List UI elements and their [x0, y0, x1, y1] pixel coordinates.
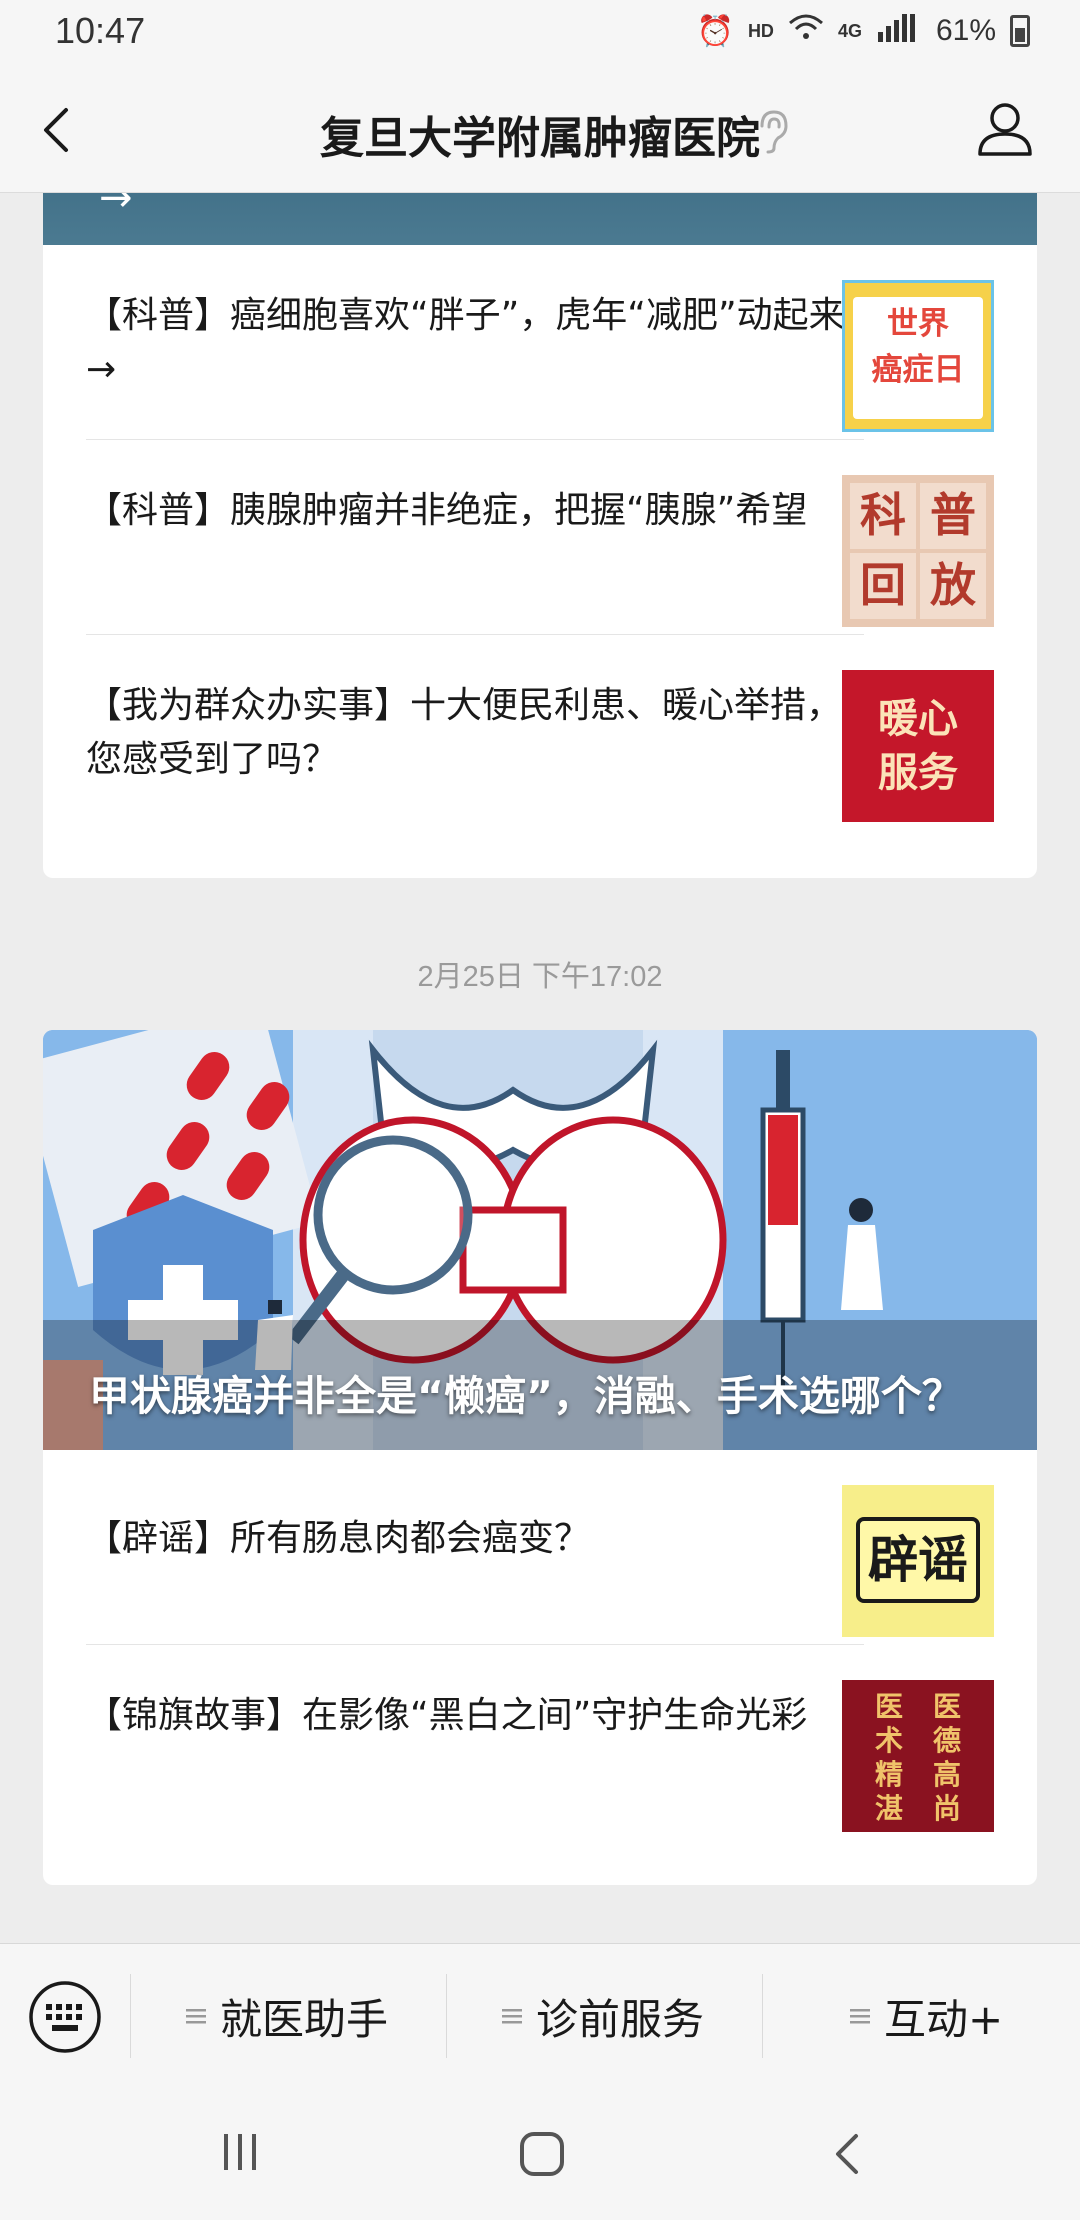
menu-item-interaction[interactable]: 互动+ [850, 1984, 1003, 2048]
status-icons: ⏰ HD 4G 61% [697, 12, 1030, 50]
article-thumbnail: 暖心 服务 [842, 670, 994, 822]
hd-label: HD [747, 20, 774, 41]
list-item[interactable]: 【锦旗故事】在影像“黑白之间”守护生命光彩 医 医 术 德 精 高 湛 尚 [86, 1645, 994, 1840]
status-time: 10:47 [55, 10, 146, 51]
bottom-menu: 就医助手 诊前服务 互动+ [0, 1943, 1080, 2087]
thumb-text: 暖心 [878, 696, 958, 742]
thumb-text: 湛 [874, 1792, 903, 1825]
system-nav-bar [0, 2086, 1080, 2220]
menu-item-pre-visit-service[interactable]: 诊前服务 [502, 1984, 704, 2048]
thumb-text: 术 [874, 1724, 903, 1757]
hamburger-icon [850, 2009, 870, 2024]
thumb-text: 尚 [932, 1792, 961, 1825]
chat-header: 复旦大学附属肿瘤医院 [0, 66, 1080, 193]
menu-item-medical-assistant[interactable]: 就医助手 [186, 1984, 388, 2048]
article-thumbnail: 科 普 回 放 [842, 475, 994, 627]
arrow-right-icon: → [99, 193, 133, 221]
card-banner[interactable]: → [43, 193, 1037, 245]
article-title: 【锦旗故事】在影像“黑白之间”守护生命光彩 [86, 1695, 808, 1736]
thumb-text: 放 [920, 553, 986, 619]
article-title: 【我为群众办实事】十大便民利患、暖心举措，您感受到了吗？ [86, 685, 843, 780]
article-card: 甲状腺癌并非全是“懒癌”，消融、手术选哪个？ 【辟谣】所有肠息肉都会癌变？ 辟谣… [43, 1030, 1037, 1885]
wifi-icon [788, 13, 824, 49]
recent-apps-icon[interactable] [218, 2130, 262, 2178]
hero-caption: 甲状腺癌并非全是“懒癌”，消融、手术选哪个？ [89, 1372, 963, 1420]
list-item[interactable]: 【科普】胰腺肿瘤并非绝症，把握“胰腺”希望 科 普 回 放 [86, 440, 994, 635]
message-timestamp: 2月25日 下午17:02 [417, 961, 663, 993]
page-title: 复旦大学附属肿瘤医院 [320, 113, 760, 164]
thumb-text: 癌症日 [871, 352, 965, 388]
thumb-text: 高 [932, 1758, 961, 1791]
article-thumbnail: 医 医 术 德 精 高 湛 尚 [842, 1680, 994, 1832]
hero-article[interactable]: 甲状腺癌并非全是“懒癌”，消融、手术选哪个？ [43, 1030, 1037, 1450]
network-label: 4G [837, 20, 862, 41]
article-title: 【科普】胰腺肿瘤并非绝症，把握“胰腺”希望 [86, 490, 808, 531]
article-thumbnail: 世界 癌症日 [842, 280, 994, 432]
status-bar: 10:47 ⏰ HD 4G 61% [0, 0, 1080, 66]
menu-item-label: 互动+ [884, 1994, 1004, 2044]
hamburger-icon [502, 2009, 522, 2024]
thumb-text: 医 [932, 1690, 961, 1723]
keyboard-icon[interactable] [28, 1980, 102, 2054]
thumb-text: 科 [850, 483, 916, 549]
battery-percent: 61% [935, 14, 996, 47]
thumb-text: 德 [932, 1724, 961, 1757]
thumb-text: 辟谣 [856, 1517, 980, 1603]
article-thumbnail: 辟谣 [842, 1485, 994, 1637]
thumb-text: 服务 [878, 750, 958, 796]
article-card: → 【科普】癌细胞喜欢“胖子”，虎年“减肥”动起来→ 世界 癌症日 【科普】胰腺… [43, 193, 1037, 878]
article-title: 【辟谣】所有肠息肉都会癌变？ [86, 1518, 591, 1559]
divider [130, 1974, 131, 2058]
menu-item-label: 就医助手 [220, 1994, 389, 2044]
thumb-text: 回 [850, 553, 916, 619]
message-feed[interactable]: → 【科普】癌细胞喜欢“胖子”，虎年“减肥”动起来→ 世界 癌症日 【科普】胰腺… [0, 193, 1080, 1943]
home-icon[interactable] [518, 2130, 566, 2182]
user-icon[interactable] [972, 96, 1038, 162]
thumb-text: 普 [920, 483, 986, 549]
thumb-text: 世界 [887, 306, 949, 342]
alarm-icon: ⏰ [696, 14, 734, 48]
article-title: 【科普】癌细胞喜欢“胖子”，虎年“减肥”动起来→ [86, 295, 845, 390]
menu-item-label: 诊前服务 [536, 1994, 705, 2044]
hamburger-icon [186, 2009, 206, 2024]
list-item[interactable]: 【科普】癌细胞喜欢“胖子”，虎年“减肥”动起来→ 世界 癌症日 [86, 245, 994, 440]
signal-icon [876, 12, 922, 50]
ear-icon [752, 106, 792, 156]
divider [446, 1974, 447, 2058]
back-icon[interactable] [826, 2130, 870, 2182]
battery-icon [1010, 15, 1030, 47]
thumb-text: 精 [874, 1758, 903, 1791]
thumb-text: 医 [874, 1690, 903, 1723]
divider [762, 1974, 763, 2058]
list-item[interactable]: 【辟谣】所有肠息肉都会癌变？ 辟谣 [86, 1450, 994, 1645]
list-item[interactable]: 【我为群众办实事】十大便民利患、暖心举措，您感受到了吗？ 暖心 服务 [86, 635, 994, 830]
